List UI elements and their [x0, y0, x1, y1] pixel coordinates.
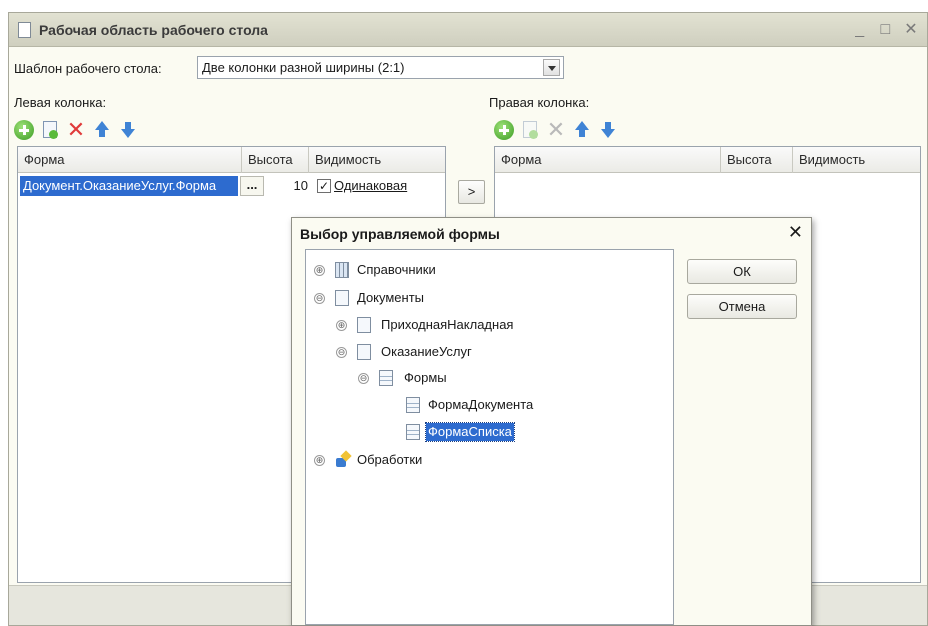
maximize-button[interactable]: □ [875, 20, 895, 40]
expand-icon[interactable]: ⊕ [314, 265, 325, 276]
tree-item-label: Документы [357, 290, 425, 305]
collapse-icon[interactable]: ⊖ [336, 347, 347, 358]
tree-item-label: ФормаДокумента [428, 397, 534, 412]
title-bar[interactable]: Рабочая область рабочего стола _ □ ✕ [9, 13, 927, 47]
collapse-icon[interactable]: ⊖ [314, 293, 325, 304]
move-down-icon[interactable] [118, 120, 138, 140]
move-up-icon[interactable] [92, 120, 112, 140]
column-header-visibility[interactable]: Видимость [793, 147, 922, 173]
plus-icon[interactable] [14, 120, 34, 140]
column-header-height[interactable]: Высота [721, 147, 793, 173]
form-cell[interactable]: Документ.ОказаниеУслуг.Форма [20, 176, 238, 196]
right-column-label: Правая колонка: [489, 95, 590, 110]
left-column-label: Левая колонка: [14, 95, 107, 110]
window-title: Рабочая область рабочего стола [39, 22, 268, 38]
move-up-icon[interactable] [572, 120, 592, 140]
plus-icon[interactable] [494, 120, 514, 140]
column-header-form[interactable]: Форма [18, 147, 242, 173]
tree-item-label: ОказаниеУслуг [381, 344, 472, 359]
document-icon [18, 22, 31, 38]
visibility-link[interactable]: Одинаковая [334, 176, 407, 196]
catalog-icon [335, 262, 349, 278]
tree-item-label: Справочники [357, 262, 436, 277]
form-icon [406, 397, 420, 413]
delete-icon: ✕ [546, 117, 566, 142]
processing-icon [335, 452, 349, 468]
forms-icon [379, 370, 393, 386]
document-icon [357, 344, 371, 360]
copy-icon[interactable] [40, 120, 60, 140]
expand-icon[interactable]: ⊕ [336, 320, 347, 331]
template-select[interactable]: Две колонки разной ширины (2:1) [197, 56, 564, 79]
column-header-visibility[interactable]: Видимость [309, 147, 447, 173]
form-icon [406, 424, 420, 440]
metadata-tree[interactable]: ⊕ Справочники ⊖ Документы ⊕ ПриходнаяНак… [305, 249, 674, 625]
column-header-height[interactable]: Высота [242, 147, 309, 173]
tree-item-label: Формы [404, 370, 447, 385]
template-label: Шаблон рабочего стола: [14, 61, 162, 76]
tree-item-label: ФормаСписка [425, 422, 515, 442]
tree-item-label: ПриходнаяНакладная [381, 317, 514, 332]
column-header-form[interactable]: Форма [495, 147, 721, 173]
dropdown-arrow-icon[interactable] [543, 59, 560, 76]
copy-icon [520, 120, 540, 140]
dialog-title: Выбор управляемой формы [300, 226, 500, 242]
document-icon [357, 317, 371, 333]
template-value: Две колонки разной ширины (2:1) [202, 60, 405, 75]
ok-button[interactable]: ОК [687, 259, 797, 284]
height-cell[interactable]: 10 [268, 176, 308, 196]
form-selection-dialog: Выбор управляемой формы ✕ ⊕ Справочники … [291, 217, 812, 626]
dialog-close-icon[interactable]: ✕ [788, 222, 803, 243]
expand-icon[interactable]: ⊕ [314, 455, 325, 466]
cancel-button[interactable]: Отмена [687, 294, 797, 319]
move-down-icon[interactable] [598, 120, 618, 140]
tree-item-label: Обработки [357, 452, 423, 467]
document-icon [335, 290, 349, 306]
visibility-checkbox[interactable]: ✓ [317, 179, 331, 193]
right-toolbar: ✕ [494, 117, 674, 142]
left-toolbar: ✕ [14, 119, 194, 141]
table-row[interactable]: Документ.ОказаниеУслуг.Форма ... 10 ✓ Од… [18, 174, 445, 198]
table-header: Форма Высота Видимость [495, 147, 920, 173]
collapse-icon[interactable]: ⊖ [358, 373, 369, 384]
table-header: Форма Высота Видимость [18, 147, 445, 173]
move-right-button[interactable]: > [458, 180, 485, 204]
close-button[interactable]: ✕ [901, 20, 921, 40]
window-controls: _ □ ✕ [848, 20, 921, 40]
delete-icon[interactable]: ✕ [66, 119, 86, 141]
select-form-button[interactable]: ... [240, 176, 264, 196]
minimize-button[interactable]: _ [850, 20, 870, 40]
